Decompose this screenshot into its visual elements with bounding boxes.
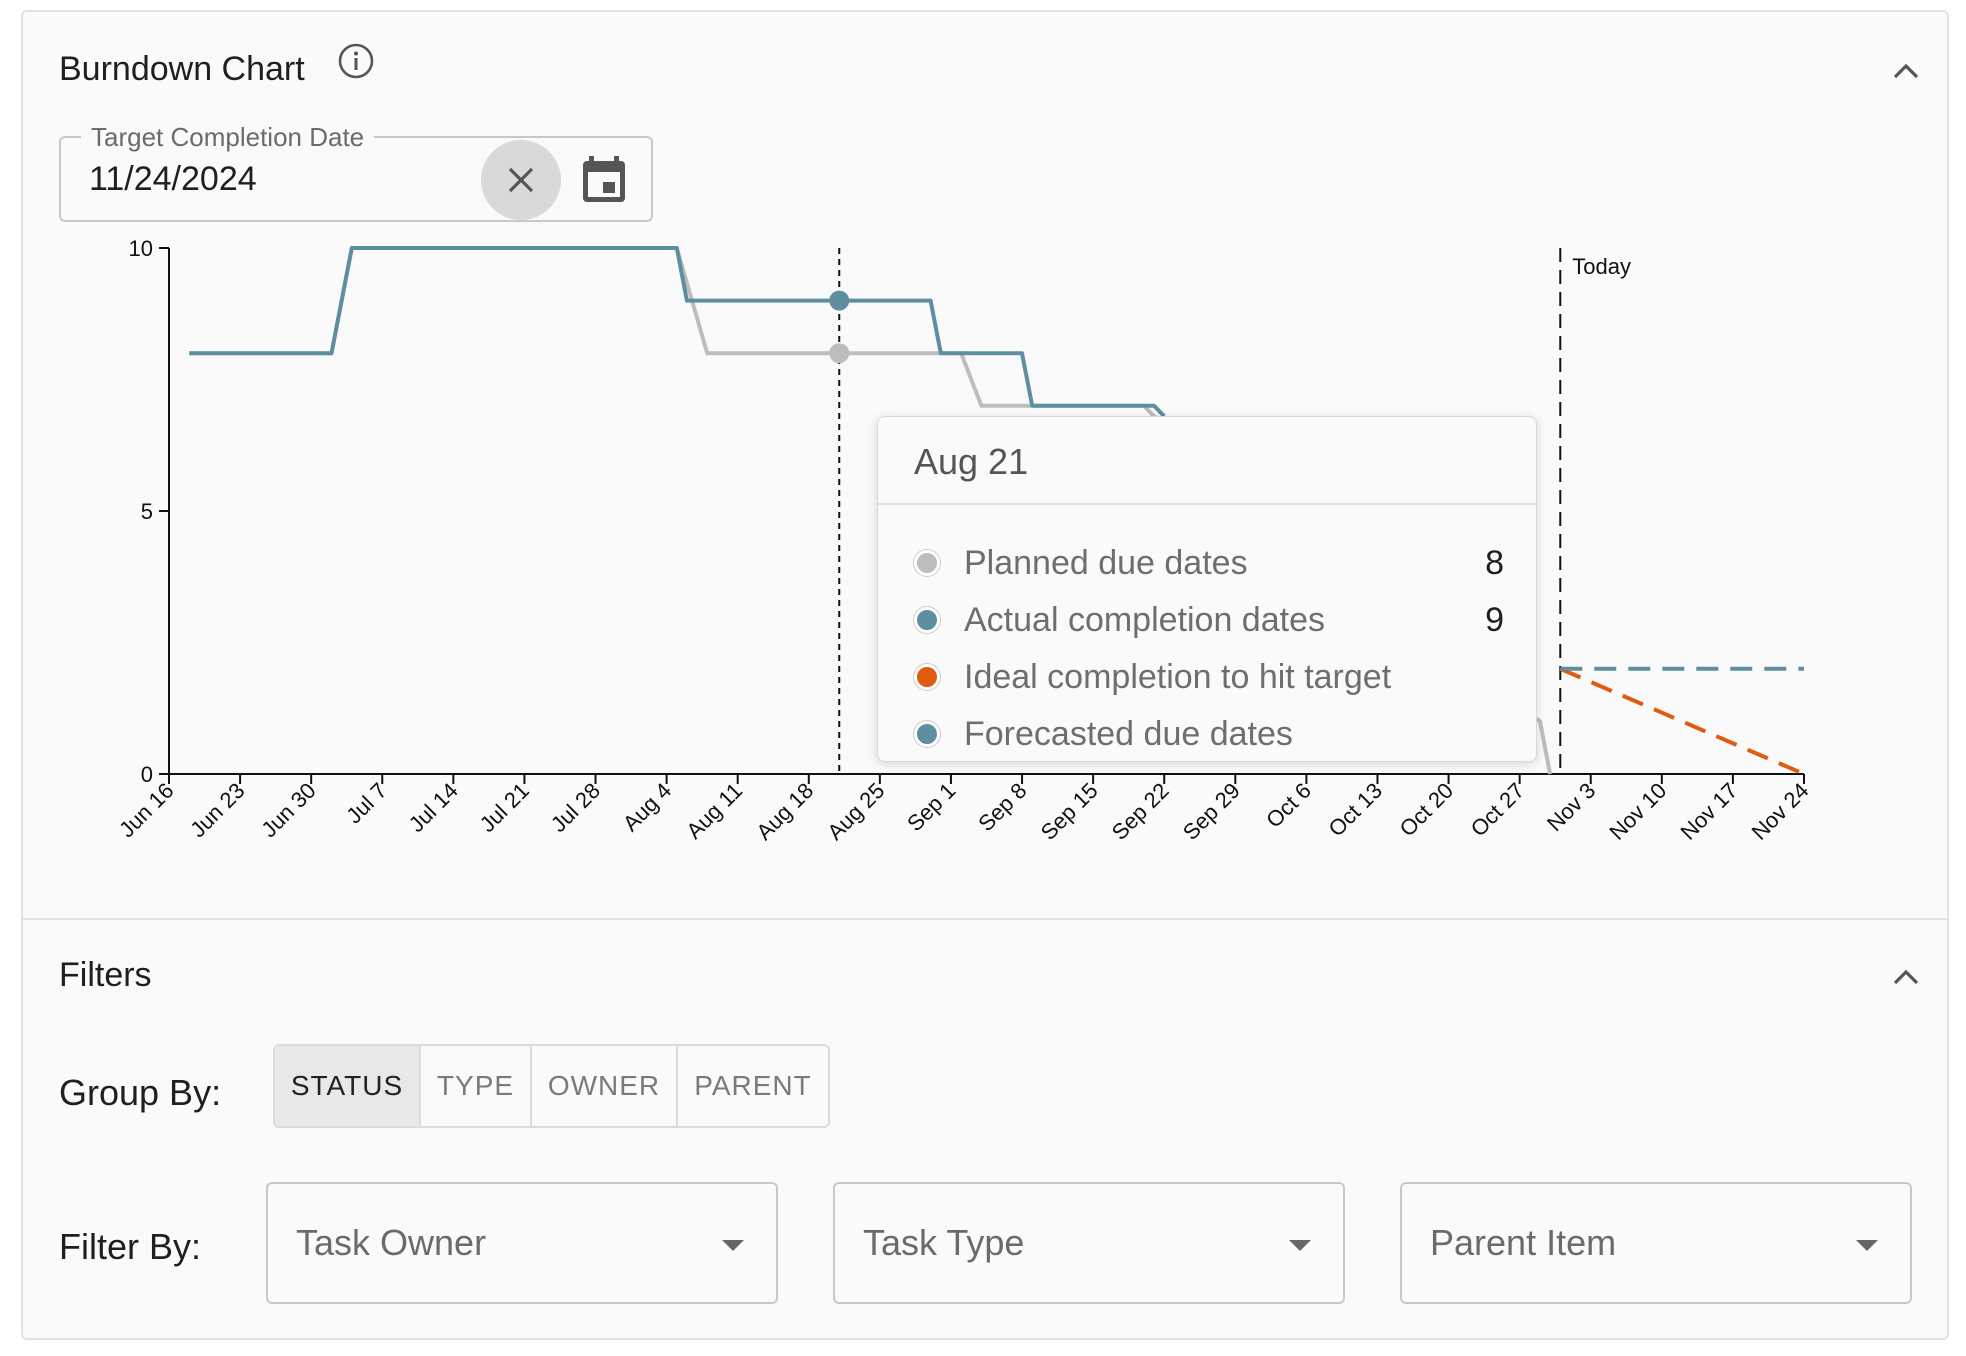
group-by-status[interactable]: STATUS xyxy=(275,1046,421,1126)
x-tick-label: Sep 1 xyxy=(902,778,960,836)
tooltip-series-value: 8 xyxy=(1485,543,1504,582)
x-tick-label: Nov 17 xyxy=(1675,778,1742,845)
tooltip-series-name: Planned due dates xyxy=(964,543,1248,582)
dropdown-caret-icon xyxy=(722,1240,744,1251)
tooltip-divider xyxy=(878,503,1536,505)
group-by-parent[interactable]: PARENT xyxy=(678,1046,828,1126)
x-tick-label: Sep 15 xyxy=(1036,778,1103,845)
section-divider xyxy=(23,918,1947,920)
x-tick-label: Oct 20 xyxy=(1395,778,1459,842)
y-tick-label: 0 xyxy=(141,762,153,787)
tooltip-row: Planned due dates 8 xyxy=(914,541,1504,585)
task-owner-select[interactable]: Task Owner xyxy=(266,1182,778,1304)
group-by-label: Group By: xyxy=(59,1072,222,1113)
x-tick-label: Nov 10 xyxy=(1604,778,1671,845)
x-tick-label: Jul 21 xyxy=(475,778,534,837)
chevron-up-icon[interactable] xyxy=(1887,958,1925,996)
x-tick-label: Aug 25 xyxy=(822,778,889,845)
hover-point-actual xyxy=(829,290,850,311)
burndown-panel: Burndown Chart Target Completion Date 11… xyxy=(21,10,1949,1340)
x-tick-label: Jul 28 xyxy=(546,778,605,837)
x-tick-label: Jun 16 xyxy=(114,778,178,842)
select-placeholder: Task Type xyxy=(863,1222,1025,1263)
x-tick-label: Sep 22 xyxy=(1107,778,1174,845)
select-placeholder: Task Owner xyxy=(296,1222,487,1263)
x-tick-label: Oct 13 xyxy=(1324,778,1388,842)
x-tick-label: Nov 24 xyxy=(1747,778,1814,845)
legend-dot-icon xyxy=(914,664,940,690)
x-tick-label: Aug 4 xyxy=(618,778,676,836)
y-tick-label: 5 xyxy=(141,499,153,524)
parent-item-select[interactable]: Parent Item xyxy=(1400,1182,1912,1304)
select-placeholder: Parent Item xyxy=(1430,1222,1617,1263)
series-line-1 xyxy=(189,246,1166,418)
series-line-2 xyxy=(1559,666,1805,776)
tooltip-series-name: Ideal completion to hit target xyxy=(964,657,1392,696)
tooltip-row: Actual completion dates 9 xyxy=(914,598,1504,642)
x-tick-label: Jul 14 xyxy=(404,778,463,837)
x-tick-label: Sep 29 xyxy=(1178,778,1245,845)
dropdown-caret-icon xyxy=(1289,1240,1311,1251)
legend-dot-icon xyxy=(914,550,940,576)
tooltip-series-name: Forecasted due dates xyxy=(964,714,1293,753)
legend-dot-icon xyxy=(914,721,940,747)
x-tick-label: Jun 30 xyxy=(256,778,320,842)
tooltip-date: Aug 21 xyxy=(914,441,1029,482)
today-label: Today xyxy=(1572,254,1631,279)
group-by-type[interactable]: TYPE xyxy=(421,1046,532,1126)
tooltip-row: Ideal completion to hit target xyxy=(914,655,1504,699)
task-type-select[interactable]: Task Type xyxy=(833,1182,1345,1304)
x-tick-label: Oct 27 xyxy=(1466,778,1530,842)
chart-tooltip: Aug 21 Planned due dates 8 Actual comple… xyxy=(877,416,1537,762)
filter-by-label: Filter By: xyxy=(59,1226,202,1267)
x-tick-label: Jul 7 xyxy=(341,778,392,829)
hover-point-planned xyxy=(829,343,850,364)
x-tick-label: Aug 18 xyxy=(751,778,818,845)
x-tick-label: Nov 3 xyxy=(1542,778,1600,836)
y-tick-label: 10 xyxy=(129,236,153,261)
legend-dot-icon xyxy=(914,607,940,633)
dropdown-caret-icon xyxy=(1856,1240,1878,1251)
tooltip-row: Forecasted due dates xyxy=(914,712,1504,756)
group-by-toggle: STATUS TYPE OWNER PARENT xyxy=(273,1044,830,1128)
tooltip-series-name: Actual completion dates xyxy=(964,600,1325,639)
group-by-owner[interactable]: OWNER xyxy=(532,1046,678,1126)
filters-title: Filters xyxy=(59,956,152,994)
x-tick-label: Jun 23 xyxy=(185,778,249,842)
x-tick-label: Aug 11 xyxy=(681,778,747,844)
x-tick-label: Oct 6 xyxy=(1261,778,1316,833)
tooltip-series-value: 9 xyxy=(1485,600,1504,639)
x-tick-label: Sep 8 xyxy=(973,778,1031,836)
